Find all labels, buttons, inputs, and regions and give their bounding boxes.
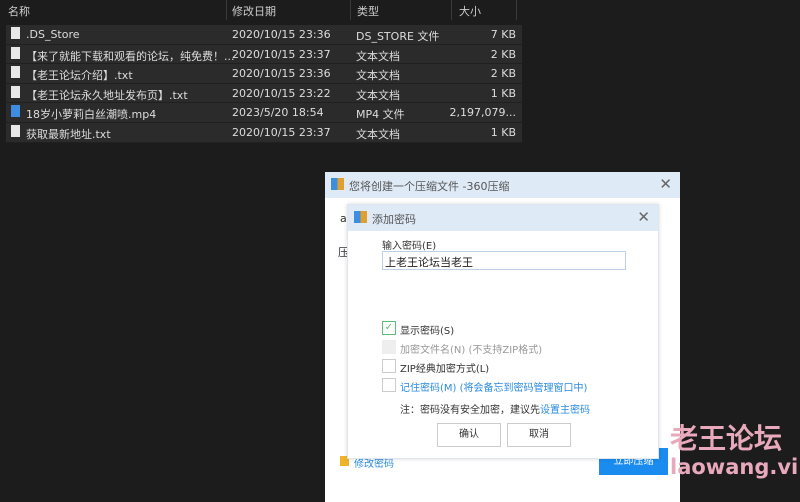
close-icon[interactable]: ✕ [637, 208, 650, 226]
dialog-title: 添加密码 [372, 211, 416, 227]
file-row[interactable]: 【老王论坛介绍】.txt 2020/10/15 23:36 文本文档 2 KB [6, 64, 522, 84]
text-file-icon [11, 47, 20, 59]
zip-classic-checkbox[interactable] [382, 359, 396, 373]
app-icon [331, 178, 344, 190]
text-file-icon [11, 86, 20, 98]
dialog-title: 您将创建一个压缩文件 -360压缩 [349, 178, 509, 194]
file-row[interactable]: 18岁小萝莉白丝潮喷.mp4 2023/5/20 18:54 MP4 文件 2,… [6, 103, 522, 123]
close-icon[interactable]: ✕ [659, 175, 672, 193]
show-password-label: 显示密码(S) [400, 322, 454, 337]
file-date: 2023/5/20 18:54 [232, 106, 324, 119]
compress-dialog: 您将创建一个压缩文件 -360压缩 ✕ a 压 修改密码 立即压缩 添加密码 ✕… [325, 172, 680, 502]
set-master-password-link[interactable]: 设置主密码 [540, 405, 590, 416]
column-headers: 名称 修改日期 类型 大小 [0, 0, 525, 20]
col-name[interactable]: 名称 [8, 3, 30, 19]
remember-password-checkbox[interactable] [382, 378, 396, 392]
file-type: 文本文档 [356, 67, 400, 83]
file-date: 2020/10/15 23:37 [232, 126, 331, 139]
file-size: 7 KB [491, 28, 516, 41]
zip-classic-label: ZIP经典加密方式(L) [400, 360, 489, 375]
text-file-icon [11, 125, 20, 137]
watermark: 老王论坛 laowang.vip [670, 423, 800, 479]
add-password-dialog: 添加密码 ✕ 输入密码(E) 上老王论坛当老王 ✓ 显示密码(S) 加密文件名(… [347, 204, 659, 459]
encrypt-names-checkbox[interactable] [382, 340, 396, 354]
file-type: 文本文档 [356, 87, 400, 103]
file-type: 文本文档 [356, 126, 400, 142]
file-type: DS_STORE 文件 [356, 28, 439, 44]
file-size: 1 KB [491, 87, 516, 100]
archive-name-fragment: a [340, 212, 347, 225]
file-size: 2 KB [491, 67, 516, 80]
confirm-button[interactable]: 确认 [437, 423, 501, 447]
file-list: .DS_Store 2020/10/15 23:36 DS_STORE 文件 7… [6, 25, 522, 143]
file-date: 2020/10/15 23:22 [232, 87, 331, 100]
remember-password-label: 记住密码(M) (将会备忘到密码管理窗口中) [400, 379, 587, 394]
file-name: 【来了就能下载和观看的论坛，纯免费！... [26, 48, 235, 64]
encrypt-names-label: 加密文件名(N) (不支持ZIP格式) [400, 341, 542, 356]
file-type: 文本文档 [356, 48, 400, 64]
file-name: 18岁小萝莉白丝潮喷.mp4 [26, 106, 156, 122]
app-icon [354, 211, 367, 223]
file-name: 【老王论坛介绍】.txt [26, 67, 133, 83]
file-row[interactable]: 获取最新地址.txt 2020/10/15 23:37 文本文档 1 KB [6, 123, 522, 143]
file-row[interactable]: 【来了就能下载和观看的论坛，纯免费！... 2020/10/15 23:37 文… [6, 45, 522, 65]
file-row[interactable]: .DS_Store 2020/10/15 23:36 DS_STORE 文件 7… [6, 25, 522, 45]
col-date[interactable]: 修改日期 [232, 3, 276, 19]
text-file-icon [11, 66, 20, 78]
password-input[interactable]: 上老王论坛当老王 [382, 251, 626, 270]
file-name: .DS_Store [26, 28, 80, 41]
show-password-checkbox[interactable]: ✓ [382, 321, 396, 335]
col-type[interactable]: 类型 [357, 3, 379, 19]
video-file-icon [11, 105, 20, 117]
file-size: 2,197,079... [450, 106, 516, 119]
file-size: 2 KB [491, 48, 516, 61]
file-name: 【老王论坛永久地址发布页】.txt [26, 87, 188, 103]
file-row[interactable]: 【老王论坛永久地址发布页】.txt 2020/10/15 23:22 文本文档 … [6, 84, 522, 104]
password-label: 输入密码(E) [382, 237, 436, 252]
file-size: 1 KB [491, 126, 516, 139]
file-date: 2020/10/15 23:36 [232, 67, 331, 80]
file-date: 2020/10/15 23:36 [232, 28, 331, 41]
cancel-button[interactable]: 取消 [507, 423, 571, 447]
file-date: 2020/10/15 23:37 [232, 48, 331, 61]
file-file-icon [11, 27, 20, 39]
col-size[interactable]: 大小 [459, 3, 481, 19]
file-name: 获取最新地址.txt [26, 126, 111, 142]
security-note: 注：密码没有安全加密，建议先 [400, 405, 540, 416]
file-type: MP4 文件 [356, 106, 405, 122]
